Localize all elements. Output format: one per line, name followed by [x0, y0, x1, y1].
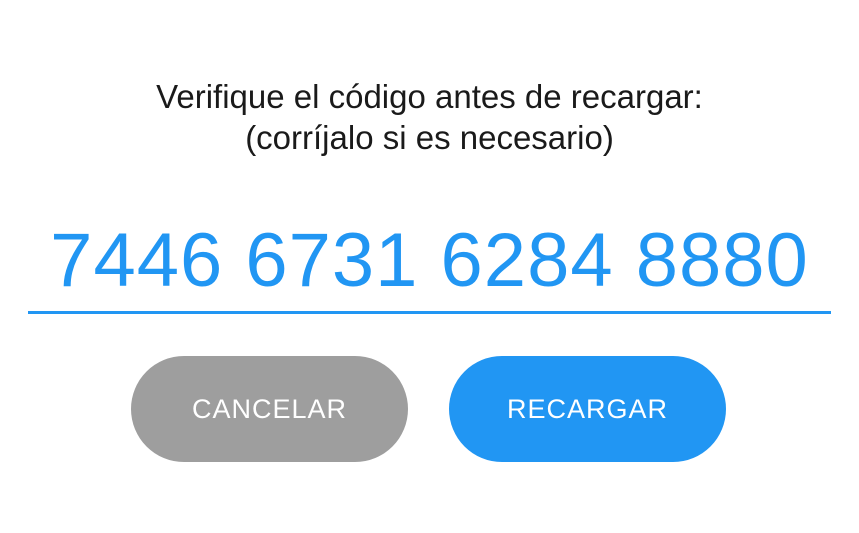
instruction-line-1: Verifique el código antes de recargar: [156, 78, 703, 115]
reload-button[interactable]: RECARGAR [449, 356, 726, 462]
code-input-field[interactable]: 7446 6731 6284 8880 [28, 214, 831, 314]
instructions-text: Verifique el código antes de recargar: (… [0, 76, 859, 158]
cancel-button[interactable]: CANCELAR [131, 356, 408, 462]
instruction-line-2: (corríjalo si es necesario) [245, 119, 614, 156]
verify-code-dialog: Verifique el código antes de recargar: (… [0, 0, 859, 533]
code-input-value[interactable]: 7446 6731 6284 8880 [28, 218, 831, 304]
